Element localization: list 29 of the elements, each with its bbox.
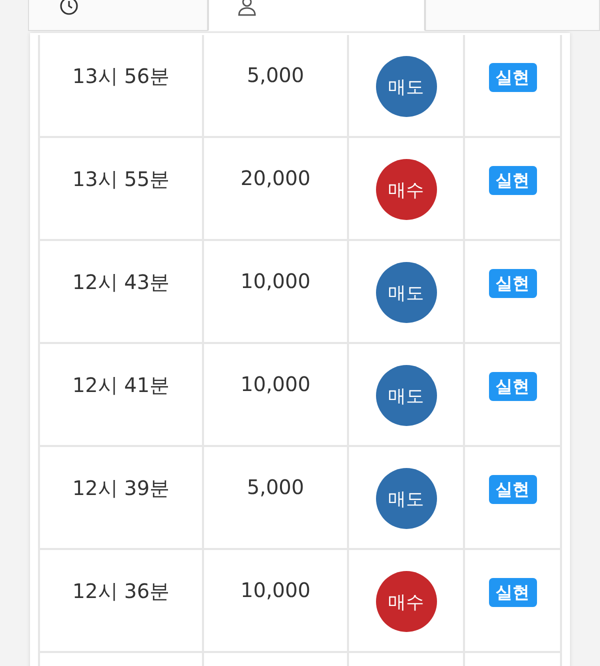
tab[interactable] (425, 0, 600, 31)
time-cell: 12시 41분 (72, 372, 170, 399)
status-badge: 실현 (488, 166, 536, 195)
amount-cell: 20,000 (240, 166, 310, 190)
amount-cell: 10,000 (240, 578, 310, 602)
clock-icon (59, 0, 79, 16)
tab[interactable] (28, 0, 208, 31)
trade-side-badge: 매수 (376, 159, 436, 220)
amount-cell: 5,000 (246, 475, 304, 499)
amount-cell: 5,000 (246, 63, 304, 87)
trade-side-badge: 매도 (376, 365, 436, 426)
trade-side-badge: 매도 (376, 56, 436, 117)
status-badge: 실현 (488, 269, 536, 298)
status-badge: 실현 (488, 372, 536, 401)
trade-side-badge: 매도 (376, 262, 436, 323)
time-cell: 12시 39분 (72, 475, 170, 502)
person-icon (237, 0, 257, 16)
amount-cell: 10,000 (240, 269, 310, 293)
status-badge: 실현 (488, 475, 536, 504)
time-cell: 12시 36분 (72, 578, 170, 605)
time-cell: 12시 43분 (72, 269, 170, 296)
trade-side-badge: 매도 (376, 468, 436, 529)
trade-side-badge: 매수 (376, 571, 436, 632)
status-badge: 실현 (488, 578, 536, 607)
time-cell: 13시 55분 (72, 166, 170, 193)
amount-cell: 10,000 (240, 372, 310, 396)
tab[interactable] (208, 0, 425, 31)
status-badge: 실현 (488, 63, 536, 92)
time-cell: 13시 56분 (72, 63, 170, 90)
